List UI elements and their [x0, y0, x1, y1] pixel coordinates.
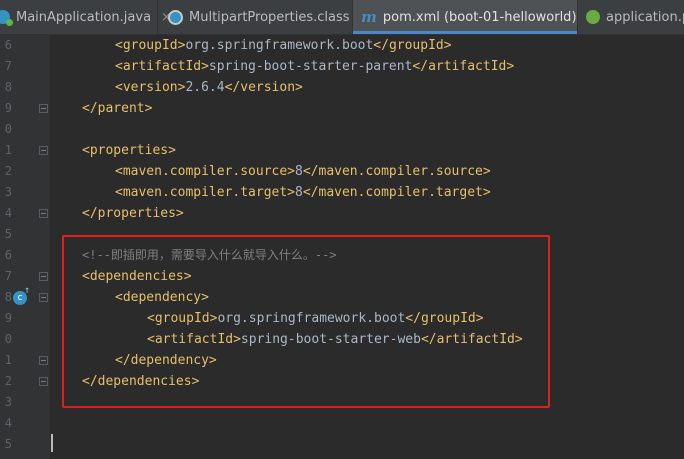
line-number: 8: [4, 290, 12, 304]
line-number: 0: [4, 332, 12, 346]
line-number: 0: [4, 122, 12, 136]
line-number: 3: [4, 185, 12, 199]
class-file-icon: [168, 9, 183, 25]
spring-properties-icon: [586, 10, 600, 24]
code-line: <groupId>org.springframework.boot</group…: [115, 38, 452, 53]
editor-tab-bar: MainApplication.java × MultipartProperti…: [0, 0, 684, 35]
line-number: 7: [4, 59, 12, 73]
fold-marker[interactable]: [39, 356, 48, 365]
highlight-box: [62, 235, 550, 408]
line-number: 6: [4, 38, 12, 52]
code-line: <version>2.6.4</version>: [115, 80, 303, 95]
line-number: 5: [4, 227, 12, 241]
line-number: 3: [4, 395, 12, 409]
fold-marker[interactable]: [39, 272, 48, 281]
line-number: 8: [4, 80, 12, 94]
line-number: 1: [4, 353, 12, 367]
fold-marker[interactable]: [39, 377, 48, 386]
code-line: <maven.compiler.target>8</maven.compiler…: [115, 185, 491, 200]
line-number: 5: [4, 437, 12, 451]
tab-multipart-properties[interactable]: MultipartProperties.class ×: [158, 0, 370, 34]
line-number: 4: [4, 206, 12, 220]
fold-marker[interactable]: [39, 146, 48, 155]
tab-application-properties[interactable]: application.pr: [578, 0, 684, 34]
line-number: 2: [4, 164, 12, 178]
tab-label: MainApplication.java: [16, 9, 152, 25]
maven-m-icon: m: [361, 8, 377, 26]
line-number: 9: [4, 311, 12, 325]
arrow-up-icon: ↑: [24, 285, 31, 296]
text-cursor: [51, 434, 53, 452]
tab-pom-xml[interactable]: m pom.xml (boot-01-helloworld) ×: [353, 0, 597, 34]
fold-marker[interactable]: [39, 293, 48, 302]
fold-marker[interactable]: [39, 104, 48, 113]
tab-label: MultipartProperties.class: [189, 9, 350, 25]
tab-main-application[interactable]: MainApplication.java ×: [0, 0, 172, 34]
line-number-gutter: 6 7 8 9 0 1 2 3 4 5 6 7 8 9 0 1 2 3 4 5 …: [0, 35, 50, 459]
line-number: 7: [4, 269, 12, 283]
line-number: 4: [4, 416, 12, 430]
tab-label: pom.xml (boot-01-helloworld): [382, 9, 577, 25]
line-number: 9: [4, 101, 12, 115]
line-number: 1: [4, 143, 12, 157]
tab-label: application.pr: [606, 9, 684, 25]
code-line: <maven.compiler.source>8</maven.compiler…: [115, 164, 491, 179]
line-number: 6: [4, 248, 12, 262]
line-number: 2: [4, 374, 12, 388]
code-line: <properties>: [82, 143, 176, 158]
code-line: <artifactId>spring-boot-starter-parent</…: [115, 59, 515, 74]
code-line: </properties>: [82, 206, 184, 221]
fold-marker[interactable]: [39, 209, 48, 218]
java-class-icon: [0, 10, 13, 26]
code-line: </parent>: [82, 101, 153, 116]
